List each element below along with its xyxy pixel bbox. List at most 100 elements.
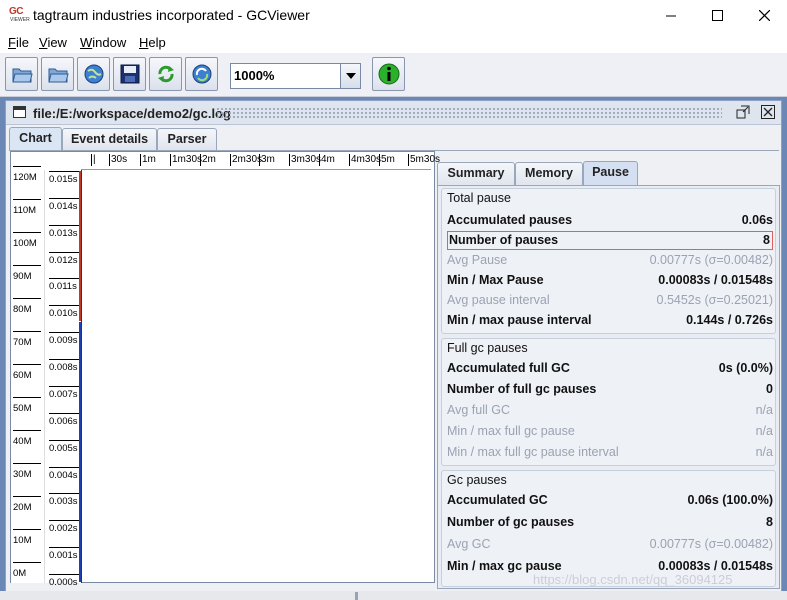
ruler-tick: 5m30s — [407, 154, 441, 166]
pause-gridline — [49, 332, 79, 334]
stat-row: Number of pauses 8 — [447, 231, 773, 250]
open-folder-button[interactable] — [41, 57, 74, 91]
stat-value: 0.5452s (σ=0.25021) — [656, 293, 773, 307]
refresh-icon — [157, 65, 174, 83]
stat-row: Number of full gc pauses 0 — [447, 380, 773, 399]
pause-time-label: 0.007s — [49, 388, 78, 400]
stat-value: 0.00083s / 0.01548s — [658, 559, 773, 573]
memory-gridline — [13, 397, 41, 398]
frame-title-bar[interactable]: file:/E:/workspace/demo2/gc.log — [6, 101, 781, 125]
frame-restore-button[interactable] — [735, 104, 751, 120]
stat-label: Accumulated pauses — [447, 213, 573, 227]
pause-panel: Total pause Accumulated pauses 0.06s Numbe… — [437, 185, 780, 589]
refresh-button[interactable] — [149, 57, 182, 91]
tab-pause[interactable]: Pause — [583, 161, 638, 186]
stat-row: Min / max pause interval 0.144s / 0.726s — [447, 311, 773, 330]
menu-window-mnemonic: W — [80, 35, 93, 50]
memory-label: 60M — [13, 370, 32, 381]
pause-time-label: 0.012s — [49, 254, 78, 266]
save-button[interactable] — [113, 57, 146, 91]
stat-value: 0.06s — [741, 213, 773, 227]
tab-event-details[interactable]: Event details — [62, 128, 157, 150]
zoom-dropdown-button[interactable] — [340, 64, 360, 88]
pause-time-label: 0.006s — [49, 415, 78, 427]
stat-label: Min / max full gc pause interval — [447, 445, 619, 459]
stat-row: Min / max full gc pause interval n/a — [447, 443, 773, 462]
pause-gridline — [49, 197, 79, 199]
open-file-button[interactable] — [5, 57, 38, 91]
pause-gridline — [49, 278, 79, 280]
chart-panel[interactable]: 120M 110M 100M 90M 80M 70M 60M 50M 40M 30M 20M 10M 0… — [10, 151, 440, 588]
pause-gridline — [49, 385, 79, 387]
close-icon — [761, 105, 775, 119]
group-title: Gc pauses — [447, 473, 507, 487]
memory-gridline — [13, 166, 41, 167]
stat-row: Min / max full gc pause n/a — [447, 422, 773, 441]
tab-memory[interactable]: Memory — [515, 162, 583, 185]
about-button[interactable] — [372, 57, 405, 91]
watch-icon — [192, 64, 211, 84]
memory-label: 120M — [13, 172, 37, 183]
memory-label: 110M — [13, 205, 37, 216]
ruler-tick: 3m30s — [288, 154, 322, 166]
pause-gridline — [49, 574, 79, 575]
ruler-tick: 2m — [200, 154, 216, 166]
ruler-tick: 2m30s — [229, 154, 263, 166]
pause-gridline — [49, 305, 79, 307]
pause-gridline — [49, 493, 79, 495]
minimize-button[interactable] — [648, 0, 694, 31]
stat-value: n/a — [755, 445, 773, 459]
frame-window-icon — [13, 106, 26, 118]
memory-gridline — [13, 496, 41, 497]
open-file-icon — [11, 68, 33, 83]
stat-row: Min / Max Pause 0.00083s / 0.01548s — [447, 271, 773, 290]
watermark: https://blog.csdn.net/qq_36094125 — [533, 572, 733, 587]
window-title: tagtraum industries incorporated - GCVie… — [33, 7, 310, 23]
menu-view[interactable]: View — [39, 35, 67, 50]
tab-parser[interactable]: Parser — [157, 128, 217, 150]
maximize-icon — [711, 10, 723, 21]
menu-file[interactable]: File — [8, 35, 29, 50]
ruler-tick: | — [91, 154, 96, 166]
memory-label: 70M — [13, 337, 32, 348]
maximize-button[interactable] — [694, 0, 740, 31]
stat-row: Number of gc pauses 8 — [447, 513, 773, 532]
stat-label: Number of pauses — [449, 233, 559, 247]
menu-window[interactable]: Window — [80, 35, 126, 50]
ruler-tick: 3m — [259, 154, 275, 166]
stat-value: 0.00777s (σ=0.00482) — [649, 253, 773, 267]
menu-help[interactable]: Help — [139, 35, 166, 50]
stat-label: Accumulated GC — [447, 493, 548, 507]
open-url-button[interactable] — [77, 57, 110, 91]
gcviewer-logo-icon: GC VIEWER — [9, 7, 30, 24]
memory-gridline — [13, 430, 41, 431]
stat-label: Number of full gc pauses — [447, 382, 597, 396]
memory-label: 80M — [13, 304, 32, 315]
chart-plot-area[interactable] — [81, 152, 431, 583]
restore-icon — [736, 105, 750, 119]
memory-gridline — [13, 364, 41, 365]
frame-close-button[interactable] — [760, 104, 776, 120]
pause-time-label: 0.001s — [49, 550, 78, 562]
memory-gridline — [13, 463, 41, 464]
stat-row: Avg Pause 0.00777s (σ=0.00482) — [447, 251, 773, 270]
pause-gridline — [49, 466, 79, 468]
pause-time-scale: 0.015s 0.014s 0.013s 0.012s 0.011s 0.010s 0.00… — [45, 170, 81, 588]
close-button[interactable] — [741, 0, 787, 31]
gc-log-frame: file:/E:/workspace/demo2/gc.log Chart Ev… — [5, 100, 782, 593]
watch-button[interactable] — [185, 57, 218, 91]
gc-pauses-group: Gc pauses Accumulated GC 0.06s (100.0%) Nu… — [441, 470, 776, 587]
total-pause-group: Total pause Accumulated pauses 0.06s Numbe… — [441, 188, 776, 334]
stat-row: Accumulated pauses 0.06s — [447, 211, 773, 230]
pause-time-label: 0.013s — [49, 227, 78, 239]
menu-file-label: ile — [15, 35, 29, 50]
pause-gridline — [49, 359, 79, 361]
memory-gridline — [13, 331, 41, 332]
tab-summary[interactable]: Summary — [437, 162, 515, 185]
stat-value: 8 — [766, 515, 773, 529]
tab-chart[interactable]: Chart — [9, 127, 62, 151]
save-icon — [120, 64, 139, 84]
horizontal-scrollbar[interactable] — [0, 590, 787, 600]
stat-row: Accumulated GC 0.06s (100.0%) — [447, 491, 773, 510]
zoom-select[interactable]: 1000% — [230, 63, 361, 89]
